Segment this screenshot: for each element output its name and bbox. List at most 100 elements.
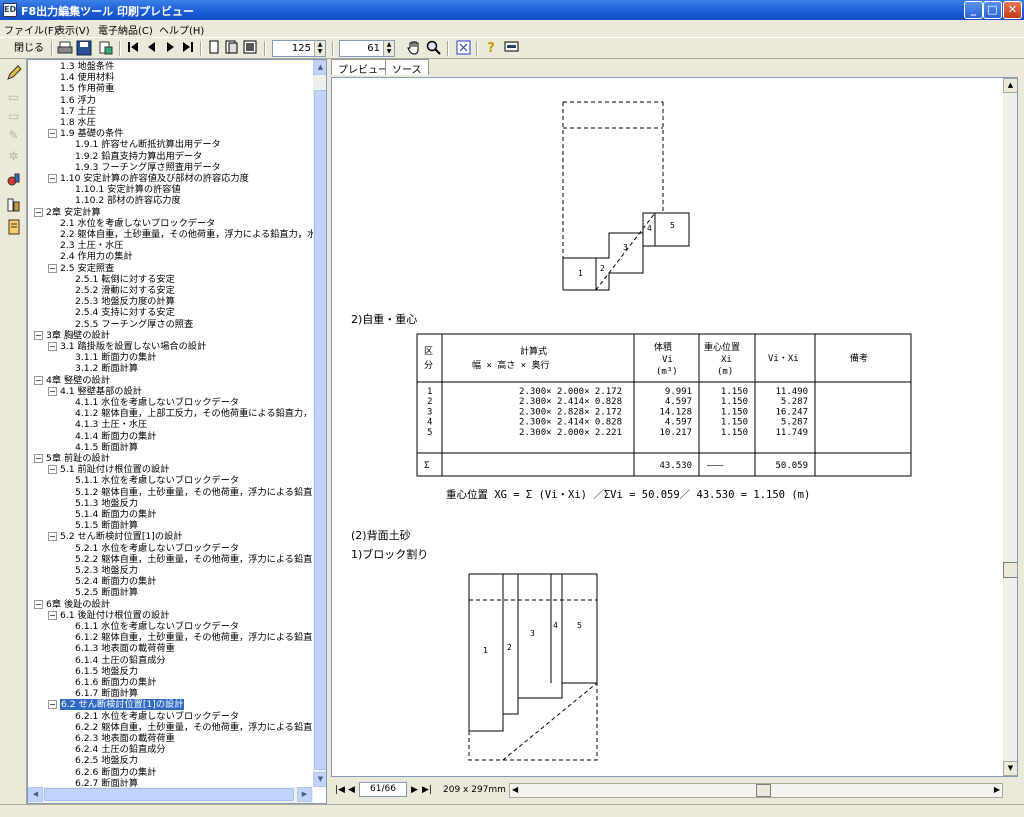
disabled-tool-icon[interactable]: ▭ xyxy=(4,107,23,126)
tree-node[interactable]: 1.9 基礎の条件 xyxy=(60,128,123,139)
minimize-button[interactable]: _ xyxy=(964,1,983,19)
two-page-icon[interactable] xyxy=(225,40,239,57)
tree-node[interactable]: 5.1.2 躯体自重，土砂重量，その他荷重，浮力による鉛直力 xyxy=(75,487,313,498)
help-icon[interactable]: ? xyxy=(484,40,498,57)
hand-tool-icon[interactable] xyxy=(406,40,422,57)
tree-node[interactable]: 1.9.3 フーチング厚さ照査用データ xyxy=(75,162,221,173)
tree-node[interactable]: 1.10.1 安定計算の許容値 xyxy=(75,184,181,195)
tree-node[interactable]: 1.7 土圧 xyxy=(60,106,96,117)
nav-first-icon[interactable]: |◀ xyxy=(335,785,345,795)
tree-node[interactable]: 4.1.3 土圧・水圧 xyxy=(75,419,147,430)
scroll-right-icon[interactable]: ▶ xyxy=(994,785,1000,794)
print-icon[interactable] xyxy=(57,40,73,57)
tree-node[interactable]: 6.2.3 地表面の載荷荷重 xyxy=(75,733,175,744)
tree-node[interactable]: 6.2.1 水位を考慮しないブロックデータ xyxy=(75,711,239,722)
tree-node[interactable]: 6.1.1 水位を考慮しないブロックデータ xyxy=(75,621,239,632)
tab-source[interactable]: ソース xyxy=(385,59,429,76)
tree-node[interactable]: 1.10.2 部材の許容応力度 xyxy=(75,195,181,206)
tree-expander-icon[interactable]: − xyxy=(48,610,57,620)
tree-node[interactable]: 6章 後趾の設計 xyxy=(46,599,110,610)
tree-node[interactable]: 6.1.5 地盤反力 xyxy=(75,666,138,677)
tree-node[interactable]: 2.5.3 地盤反力度の計算 xyxy=(75,296,175,307)
menu-denshi-nouhin[interactable]: 電子納品(C) xyxy=(98,22,153,37)
nav-prev-icon[interactable]: ◀ xyxy=(348,785,355,795)
save-icon[interactable] xyxy=(76,40,92,57)
fit-page-icon[interactable] xyxy=(455,40,471,57)
structure-tool-icon[interactable] xyxy=(4,197,23,216)
tree-node[interactable]: 4章 竪壁の設計 xyxy=(46,375,110,386)
scroll-down-icon[interactable]: ▼ xyxy=(313,772,326,787)
disabled-tool-icon[interactable]: ▭ xyxy=(4,88,23,107)
tree-expander-icon[interactable]: − xyxy=(48,263,57,273)
zoom-magnifier-icon[interactable] xyxy=(425,40,441,57)
tree-expander-icon[interactable]: − xyxy=(34,599,43,609)
disabled-tool-icon[interactable]: ✎ xyxy=(4,126,23,145)
tree-node[interactable]: 2章 安定計算 xyxy=(46,207,101,218)
tree-node[interactable]: 6.1.2 躯体自重，土砂重量，その他荷重，浮力による鉛直力 xyxy=(75,632,313,643)
zoom-spinner-arrows[interactable]: ▲ ▼ xyxy=(314,41,325,56)
tree-expander-icon[interactable]: − xyxy=(48,129,57,139)
preview-scroll-thumb[interactable] xyxy=(1003,562,1017,578)
tree-expander-icon[interactable]: − xyxy=(48,700,57,710)
menu-help[interactable]: ヘルプ(H) xyxy=(159,22,204,37)
first-page-icon[interactable] xyxy=(126,40,140,57)
tree-node[interactable]: 5.2.1 水位を考慮しないブロックデータ xyxy=(75,543,239,554)
tree-expander-icon[interactable]: − xyxy=(48,386,57,396)
pencil-edit-icon[interactable] xyxy=(4,65,23,84)
prev-page-icon[interactable] xyxy=(145,40,157,57)
tree-node[interactable]: 6.1 後趾付け根位置の設計 xyxy=(60,610,169,621)
tree-node[interactable]: 3.1.1 断面力の集計 xyxy=(75,352,156,363)
about-icon[interactable] xyxy=(503,40,519,57)
tree-horizontal-scrollbar[interactable]: ◀ ▶ xyxy=(28,787,313,803)
tree-node[interactable]: 6.1.3 地表面の載荷荷重 xyxy=(75,643,175,654)
disabled-tool-icon[interactable]: ✲ xyxy=(4,147,23,166)
tree-node[interactable]: 6.1.4 土圧の鉛直成分 xyxy=(75,655,166,666)
tree-node[interactable]: 6.2.7 断面計算 xyxy=(75,778,138,787)
tree-node[interactable]: 3章 胸壁の設計 xyxy=(46,330,110,341)
tree-expander-icon[interactable]: − xyxy=(48,465,57,475)
tree-node[interactable]: 2.5.1 転倒に対する安定 xyxy=(75,274,175,285)
tree-expander-icon[interactable]: − xyxy=(34,330,43,340)
tree-expander-icon[interactable]: − xyxy=(34,375,43,385)
tree-node[interactable]: 4.1 竪壁基部の設計 xyxy=(60,386,142,397)
scroll-right-icon[interactable]: ▶ xyxy=(297,787,312,802)
tree-node[interactable]: 1.3 地盤条件 xyxy=(60,61,114,72)
tree-expander-icon[interactable]: − xyxy=(48,532,57,542)
tree-node[interactable]: 5.2.4 断面力の集計 xyxy=(75,576,156,587)
tree-node[interactable]: 5.1.1 水位を考慮しないブロックデータ xyxy=(75,475,239,486)
tree-node[interactable]: 5.1.5 断面計算 xyxy=(75,520,138,531)
tree-node[interactable]: 5.2.3 地盤反力 xyxy=(75,565,138,576)
nav-next-icon[interactable]: ▶ xyxy=(411,785,418,795)
tree-hscroll-thumb[interactable] xyxy=(44,788,294,801)
paint-tool-icon[interactable] xyxy=(4,172,23,191)
tree-node[interactable]: 2.5.5 フーチング厚さの照査 xyxy=(75,319,193,330)
tree-node[interactable]: 6.1.6 断面力の集計 xyxy=(75,677,156,688)
tree-node[interactable]: 5.1.4 断面力の集計 xyxy=(75,509,156,520)
tree-node[interactable]: 5章 前趾の設計 xyxy=(46,453,110,464)
tree-node[interactable]: 2.4 作用力の集計 xyxy=(60,251,133,262)
tree-node[interactable]: 2.3 土圧・水圧 xyxy=(60,240,123,251)
tree-node[interactable]: 1.5 作用荷重 xyxy=(60,83,114,94)
nav-last-icon[interactable]: ▶| xyxy=(422,785,432,795)
preview-hscroll-thumb[interactable] xyxy=(756,784,771,797)
zoom-input[interactable]: 125 ▲ ▼ xyxy=(272,40,326,57)
maximize-button[interactable]: □ xyxy=(983,1,1002,19)
tree-node-selected[interactable]: 6.2 せん断検討位置[1]の設計 xyxy=(60,699,185,711)
tree-expander-icon[interactable]: − xyxy=(34,207,43,217)
scroll-down-icon[interactable]: ▼ xyxy=(1003,761,1017,776)
tree-node[interactable]: 3.1 踏掛版を設置しない場合の設計 xyxy=(60,341,206,352)
tree-node[interactable]: 1.9.2 鉛直支持力算出用データ xyxy=(75,151,202,162)
scroll-left-icon[interactable]: ◀ xyxy=(512,785,518,794)
multi-page-icon[interactable] xyxy=(243,40,257,57)
tree-expander-icon[interactable]: − xyxy=(48,174,57,183)
tree-node[interactable]: 4.1.1 水位を考慮しないブロックデータ xyxy=(75,397,239,408)
scroll-left-icon[interactable]: ◀ xyxy=(28,787,43,802)
close-window-button[interactable]: ✕ xyxy=(1003,1,1022,19)
tree-node[interactable]: 4.1.2 躯体自重，上部工反力，その他荷重による鉛直力，水 xyxy=(75,408,313,419)
tree-node[interactable]: 1.6 浮力 xyxy=(60,95,96,106)
tree-node[interactable]: 4.1.4 断面力の集計 xyxy=(75,431,156,442)
next-page-icon[interactable] xyxy=(164,40,176,57)
tree-node[interactable]: 2.5.4 支持に対する安定 xyxy=(75,307,175,318)
scroll-up-icon[interactable]: ▲ xyxy=(1003,78,1017,93)
last-page-icon[interactable] xyxy=(181,40,195,57)
